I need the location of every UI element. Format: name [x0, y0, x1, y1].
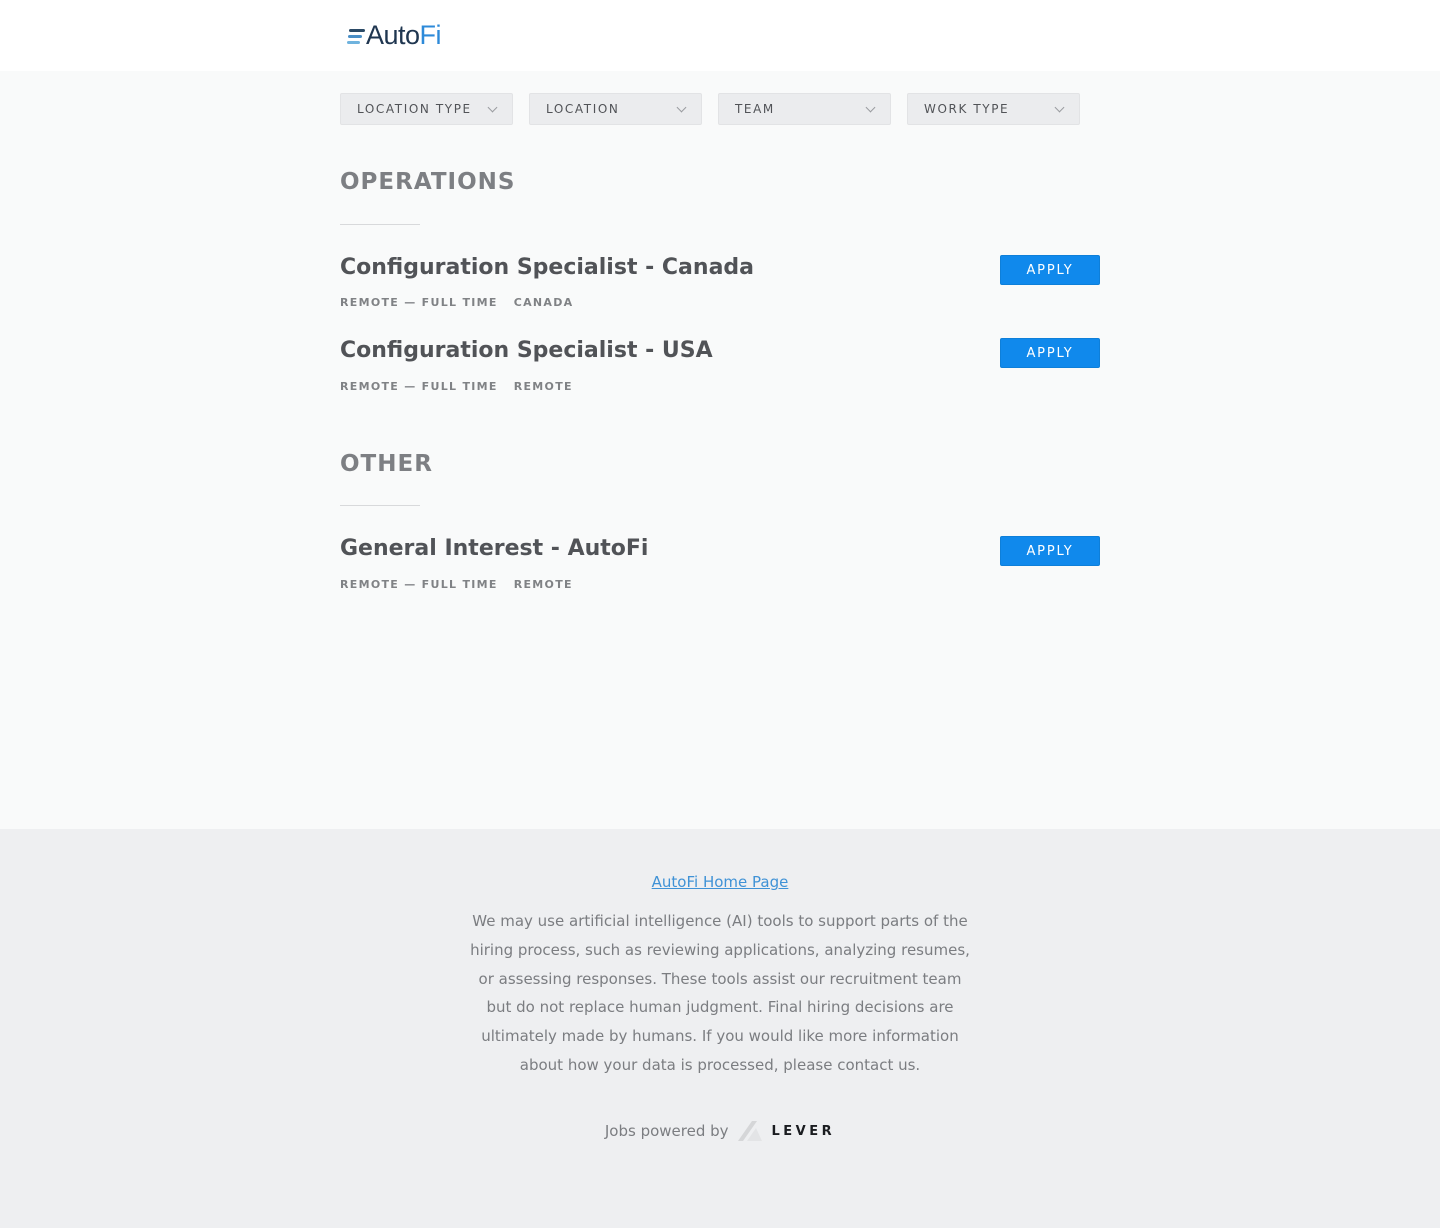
site-footer: AutoFi Home Page We may use artificial i… — [0, 829, 1440, 1228]
chevron-down-icon — [865, 102, 876, 112]
posting-location: REMOTE — [513, 578, 573, 591]
group-title-operations: OPERATIONS — [340, 169, 516, 195]
powered-by: Jobs powered by LEVER — [0, 1119, 1440, 1143]
posting-title[interactable]: General Interest - AutoFi — [340, 536, 648, 561]
group-divider — [340, 224, 420, 225]
autofi-logo[interactable]: AutoFi — [347, 20, 442, 50]
location-type-filter[interactable]: LOCATION TYPE — [340, 93, 513, 125]
posting-meta: REMOTE — FULL TIME REMOTE — [340, 380, 573, 393]
site-header: AutoFi — [0, 0, 1440, 71]
chevron-down-icon — [676, 102, 687, 112]
lever-wordmark[interactable]: LEVER — [772, 1124, 836, 1139]
filter-label: LOCATION — [546, 102, 620, 116]
home-page-link: AutoFi Home Page — [0, 873, 1440, 891]
filter-label: TEAM — [735, 102, 775, 116]
posting-commitment: REMOTE — FULL TIME — [340, 296, 498, 309]
posting-location: CANADA — [513, 296, 574, 309]
group-divider — [340, 505, 420, 506]
autofi-logo-text: AutoFi — [366, 20, 442, 50]
lever-logo-icon — [737, 1121, 762, 1141]
location-filter[interactable]: LOCATION — [529, 93, 702, 125]
posting-title[interactable]: Configuration Specialist - Canada — [340, 255, 754, 280]
postings-main: LOCATION TYPE LOCATION TEAM WORK TYPE OP… — [0, 71, 1440, 829]
posting-meta: REMOTE — FULL TIME REMOTE — [340, 578, 573, 591]
chevron-down-icon — [1054, 102, 1065, 112]
posting-title[interactable]: Configuration Specialist - USA — [340, 338, 713, 363]
autofi-logo-icon — [347, 24, 365, 46]
group-title-other: OTHER — [340, 451, 433, 477]
posting-commitment: REMOTE — FULL TIME — [340, 578, 498, 591]
filter-label: LOCATION TYPE — [357, 102, 472, 116]
work-type-filter[interactable]: WORK TYPE — [907, 93, 1080, 125]
apply-button[interactable]: APPLY — [1000, 536, 1100, 566]
apply-button[interactable]: APPLY — [1000, 255, 1100, 285]
posting-location: REMOTE — [513, 380, 573, 393]
powered-by-text: Jobs powered by — [604, 1122, 729, 1140]
filter-label: WORK TYPE — [924, 102, 1010, 116]
team-filter[interactable]: TEAM — [718, 93, 891, 125]
home-page-link-text[interactable]: AutoFi Home Page — [652, 873, 789, 891]
posting-commitment: REMOTE — FULL TIME — [340, 380, 498, 393]
posting-meta: REMOTE — FULL TIME CANADA — [340, 296, 573, 309]
filter-bar: LOCATION TYPE LOCATION TEAM WORK TYPE — [340, 93, 1096, 125]
ai-disclaimer: We may use artificial intelligence (AI) … — [470, 912, 970, 1074]
apply-button[interactable]: APPLY — [1000, 338, 1100, 368]
chevron-down-icon — [487, 102, 498, 112]
